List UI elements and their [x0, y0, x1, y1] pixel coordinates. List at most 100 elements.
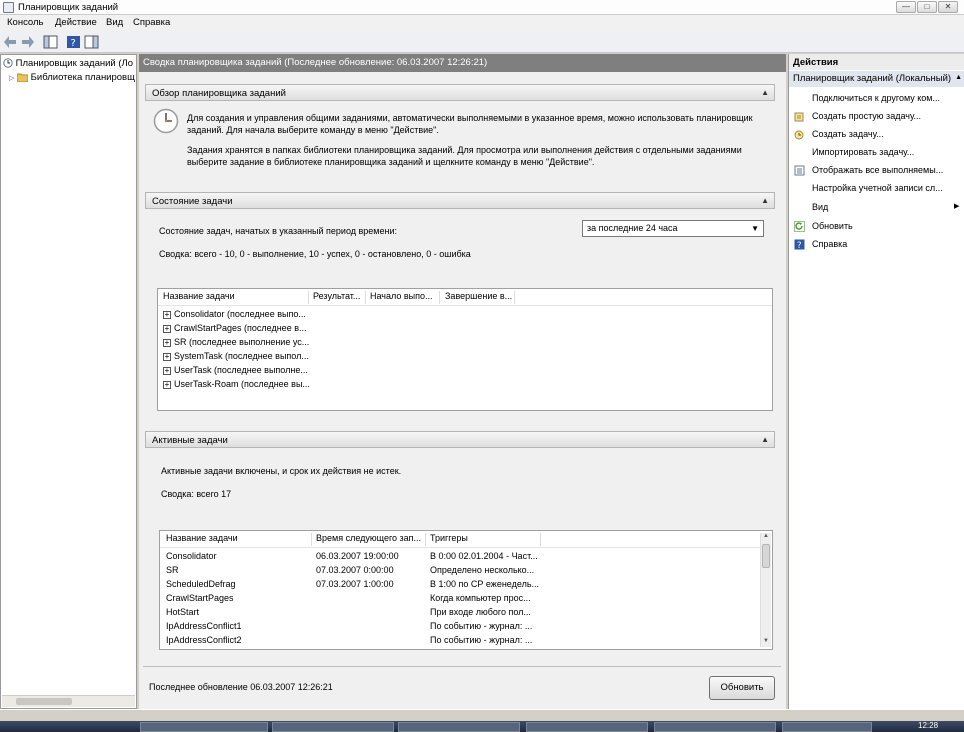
table-row[interactable]: + Consolidator (последнее выпо...: [163, 309, 306, 319]
active-note: Активные задачи включены, и срок их дейс…: [161, 466, 402, 476]
expand-icon[interactable]: +: [163, 310, 171, 319]
menu-action[interactable]: Действие: [55, 17, 97, 28]
submenu-arrow-icon[interactable]: ▶: [954, 202, 959, 210]
action-account-settings[interactable]: Настройка учетной записи сл...: [812, 183, 943, 193]
table-row[interactable]: IpAddressConflict1: [166, 621, 242, 631]
overview-section-header[interactable]: Обзор планировщика заданий ▲: [145, 84, 775, 101]
expand-icon[interactable]: +: [163, 324, 171, 333]
active-tasks-table: Название задачи Время следующего зап... …: [159, 530, 773, 650]
action-display-running[interactable]: Отображать все выполняемы...: [812, 165, 943, 175]
collapse-icon[interactable]: ▲: [761, 196, 769, 205]
taskbar-button[interactable]: [398, 722, 520, 732]
svg-text:?: ?: [71, 38, 76, 49]
help-icon: ?: [794, 239, 805, 250]
tree-item-scheduler[interactable]: Планировщик заданий (Ло: [3, 58, 133, 69]
overview-title: Обзор планировщика заданий: [152, 88, 286, 99]
expand-icon[interactable]: +: [163, 352, 171, 361]
minimize-button[interactable]: —: [896, 1, 916, 13]
table-row[interactable]: HotStart: [166, 607, 199, 617]
action-create-task[interactable]: Создать задачу...: [812, 129, 884, 139]
scrollbar-thumb[interactable]: [762, 544, 770, 568]
chevron-down-icon: ▼: [751, 224, 759, 233]
task-name: ScheduledDefrag: [166, 579, 236, 589]
refresh-button[interactable]: Обновить: [709, 676, 775, 700]
actions-pane: Действия Планировщик заданий (Локальный)…: [788, 54, 964, 709]
menu-help[interactable]: Справка: [133, 17, 170, 28]
menu-view[interactable]: Вид: [106, 17, 123, 28]
list-icon: [794, 165, 805, 176]
actions-group-header[interactable]: Планировщик заданий (Локальный) ▲: [789, 71, 964, 87]
action-connect[interactable]: Подключиться к другому ком...: [812, 93, 940, 103]
table-row[interactable]: IpAddressConflict2: [166, 635, 242, 645]
close-button[interactable]: ✕: [938, 1, 958, 13]
vertical-scrollbar[interactable]: ▲ ▼: [760, 533, 771, 647]
collapse-icon[interactable]: ▲: [955, 74, 962, 81]
taskbar-button[interactable]: [782, 722, 872, 732]
taskbar-button[interactable]: [272, 722, 394, 732]
action-refresh[interactable]: Обновить: [812, 221, 853, 231]
table-row[interactable]: + CrawlStartPages (последнее в...: [163, 323, 306, 333]
action-create-basic-task[interactable]: Создать простую задачу...: [812, 111, 921, 121]
active-title: Активные задачи: [152, 435, 228, 446]
column-header[interactable]: Название задачи: [163, 291, 235, 301]
collapse-icon[interactable]: ▲: [761, 435, 769, 444]
taskbar-button[interactable]: [140, 722, 268, 732]
next-run-cell: 07.03.2007 0:00:00: [316, 565, 394, 575]
help-icon[interactable]: ?: [66, 35, 81, 49]
column-header[interactable]: Начало выпо...: [370, 291, 433, 301]
status-section-header[interactable]: Состояние задачи ▲: [145, 192, 775, 209]
expand-icon[interactable]: +: [163, 366, 171, 375]
action-import-task[interactable]: Импортировать задачу...: [812, 147, 914, 157]
new-task-icon: [794, 130, 804, 140]
column-header[interactable]: Завершение в...: [445, 291, 512, 301]
show-hide-console-tree-icon[interactable]: [43, 35, 58, 49]
task-name: SystemTask (последнее выпол...: [174, 351, 309, 361]
expand-icon[interactable]: +: [163, 338, 171, 347]
table-row[interactable]: + UserTask-Roam (последнее вы...: [163, 379, 310, 389]
scroll-down-icon[interactable]: ▼: [761, 638, 771, 647]
scroll-up-icon[interactable]: ▲: [761, 533, 771, 542]
task-name: IpAddressConflict2: [166, 635, 242, 645]
clock[interactable]: 12:28: [918, 721, 938, 731]
console-tree: Планировщик заданий (Ло ▷ Библиотека пла…: [0, 54, 137, 709]
table-row[interactable]: + SystemTask (последнее выпол...: [163, 351, 309, 361]
taskbar-button[interactable]: [654, 722, 776, 732]
toolbar: ?: [0, 31, 964, 53]
column-header[interactable]: Время следующего зап...: [316, 533, 421, 543]
task-status-table: Название задачи Результат... Начало выпо…: [157, 288, 773, 411]
expand-icon[interactable]: +: [163, 380, 171, 389]
forward-arrow-icon[interactable]: [20, 35, 35, 49]
task-name: SR (последнее выполнение ус...: [174, 337, 310, 347]
table-row[interactable]: CrawlStartPages: [166, 593, 234, 603]
window-title: Планировщик заданий: [18, 2, 119, 13]
taskbar-button[interactable]: [526, 722, 648, 732]
action-view[interactable]: Вид: [812, 202, 828, 212]
center-header: Сводка планировщика заданий (Последнее о…: [139, 54, 786, 72]
horizontal-scrollbar[interactable]: [2, 695, 135, 707]
table-row[interactable]: ScheduledDefrag: [166, 579, 236, 589]
table-row[interactable]: + UserTask (последнее выполне...: [163, 365, 308, 375]
collapse-icon[interactable]: ▲: [761, 88, 769, 97]
action-help[interactable]: Справка: [812, 239, 847, 249]
show-hide-action-pane-icon[interactable]: [84, 35, 99, 49]
overview-paragraph-2: Задания хранятся в папках библиотеки пла…: [187, 145, 742, 167]
actions-group-label: Планировщик заданий (Локальный): [793, 73, 952, 84]
column-header[interactable]: Результат...: [313, 291, 360, 301]
period-dropdown[interactable]: за последние 24 часа ▼: [582, 220, 764, 237]
trigger-cell: По событию - журнал: ...: [430, 621, 533, 631]
scrollbar-thumb[interactable]: [16, 698, 72, 705]
back-arrow-icon[interactable]: [3, 35, 18, 49]
table-row[interactable]: SR: [166, 565, 179, 575]
maximize-button[interactable]: □: [917, 1, 937, 13]
table-row[interactable]: + SR (последнее выполнение ус...: [163, 337, 309, 347]
column-header[interactable]: Триггеры: [430, 533, 468, 543]
folder-icon: [16, 73, 29, 83]
menu-console[interactable]: Консоль: [7, 17, 44, 28]
tree-item-library[interactable]: ▷ Библиотека планировщ: [9, 72, 135, 83]
tree-item-library-label: Библиотека планировщ: [30, 72, 135, 83]
expand-arrow-icon[interactable]: ▷: [9, 75, 14, 82]
active-section-header[interactable]: Активные задачи ▲: [145, 431, 775, 448]
column-header[interactable]: Название задачи: [166, 533, 238, 543]
table-row[interactable]: Consolidator: [166, 551, 217, 561]
trigger-cell: Когда компьютер прос...: [430, 593, 531, 603]
